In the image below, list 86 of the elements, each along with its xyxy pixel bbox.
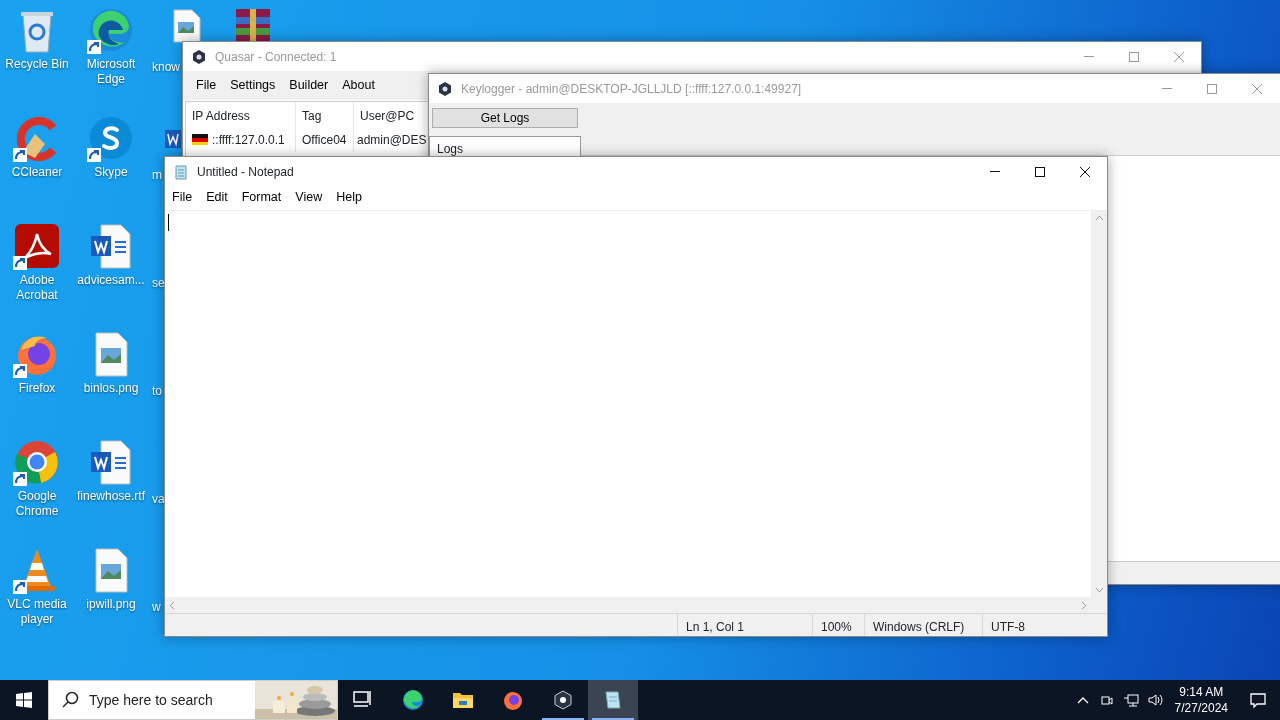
- status-text: 100%: [812, 614, 864, 636]
- status-text: Windows (CRLF): [864, 614, 982, 636]
- shortcut-arrow-icon: [87, 40, 101, 54]
- pdf-icon[interactable]: [13, 222, 61, 270]
- menu-item[interactable]: Format: [234, 187, 289, 208]
- icon-label[interactable]: finewhose.rtf: [76, 489, 145, 504]
- vertical-scrollbar[interactable]: [1091, 210, 1107, 613]
- icon-label[interactable]: Microsoft Edge: [75, 57, 147, 87]
- browser-icon[interactable]: [87, 6, 135, 54]
- icon-label[interactable]: Google Chrome: [1, 489, 73, 519]
- column-header[interactable]: Tag: [296, 101, 354, 128]
- chat-icon[interactable]: [87, 114, 135, 162]
- shortcut-arrow-icon: [87, 148, 101, 162]
- shortcut-arrow-icon: [13, 148, 27, 162]
- icon-label[interactable]: binlos.png: [83, 381, 139, 396]
- text-cursor: [168, 213, 169, 231]
- menu-item[interactable]: About: [335, 75, 382, 96]
- clock-date: 7/27/2024: [1174, 700, 1228, 716]
- window-title: Keylogger - admin@DESKTOP-JGLLJLD [::ffff:127.0.0.1:49927]: [461, 80, 802, 98]
- icon-label[interactable]: advicesam...: [77, 273, 145, 288]
- maximize-icon: [1206, 83, 1217, 94]
- browser-icon: [402, 689, 424, 711]
- menu-item[interactable]: File: [189, 75, 224, 96]
- windows-logo-icon: [16, 692, 32, 708]
- icon-label[interactable]: m: [152, 168, 162, 183]
- horizontal-scrollbar[interactable]: [165, 597, 1091, 613]
- menu-item[interactable]: Settings: [223, 75, 283, 96]
- notepad-icon: [173, 163, 189, 180]
- shortcut-arrow-icon: [13, 256, 27, 270]
- speaker-icon: [1146, 692, 1163, 708]
- status-text: Ln 1, Col 1: [677, 614, 812, 636]
- table-cell-text: admin@DES: [357, 131, 427, 149]
- scroll-down-icon: [1094, 587, 1104, 593]
- app-icon: [437, 80, 453, 97]
- table-cell-text: Office04: [302, 131, 347, 149]
- icon-label[interactable]: Skype: [94, 165, 128, 180]
- icon-label[interactable]: ipwill.png: [86, 597, 136, 612]
- minimize-icon: [1161, 88, 1172, 89]
- close-icon: [1079, 166, 1090, 177]
- minimize-icon: [989, 171, 1000, 172]
- shortcut-arrow-icon: [13, 580, 27, 594]
- icon-label[interactable]: va: [152, 492, 165, 507]
- window-title: Quasar - Connected: 1: [215, 48, 337, 66]
- icon-label[interactable]: w: [152, 600, 161, 615]
- search-icon: [61, 691, 79, 709]
- clock-button[interactable]: 9:14 AM 7/27/2024: [1166, 684, 1236, 716]
- taskbar-button[interactable]: [588, 680, 638, 720]
- scroll-right-icon: [1081, 600, 1087, 610]
- scroll-left-icon: [169, 600, 175, 610]
- notepad-icon: [602, 689, 624, 711]
- close-icon: [1173, 51, 1184, 62]
- icon-label[interactable]: VLC media player: [1, 597, 73, 627]
- image-file-icon[interactable]: [170, 9, 204, 43]
- menu-item[interactable]: Builder: [282, 75, 336, 96]
- icon-label[interactable]: se: [152, 276, 165, 291]
- flag-icon: [192, 134, 208, 146]
- column-header[interactable]: IP Address: [186, 101, 296, 128]
- maximize-icon: [1128, 51, 1139, 62]
- menu-item[interactable]: View: [288, 187, 330, 208]
- icon-label[interactable]: CCleaner: [11, 165, 63, 180]
- icon-label[interactable]: know: [152, 60, 180, 75]
- maximize-icon: [1034, 166, 1045, 177]
- app-icon: [552, 689, 574, 711]
- icon-label[interactable]: Recycle Bin: [5, 57, 69, 72]
- network-icon: [1122, 692, 1139, 708]
- icon-label[interactable]: Firefox: [18, 381, 56, 396]
- window-title: Untitled - Notepad: [197, 163, 294, 181]
- menu-item[interactable]: File: [165, 187, 200, 208]
- browser-icon[interactable]: [13, 438, 61, 486]
- archive-icon[interactable]: [236, 9, 270, 41]
- menu-item[interactable]: Help: [329, 187, 369, 208]
- close-icon: [1251, 83, 1262, 94]
- shortcut-arrow-icon: [13, 472, 27, 486]
- shortcut-arrow-icon: [13, 364, 27, 378]
- clock-time: 9:14 AM: [1179, 684, 1224, 700]
- browser-icon: [502, 689, 524, 711]
- app-icon: [191, 48, 207, 65]
- icon-label[interactable]: Adobe Acrobat: [1, 273, 73, 303]
- scroll-up-icon: [1094, 214, 1104, 221]
- menu-item[interactable]: Edit: [199, 187, 235, 208]
- get-logs-button[interactable]: Get Logs: [432, 108, 578, 128]
- status-text: UTF-8: [982, 614, 1087, 636]
- chat-bubble-icon: [1249, 691, 1267, 709]
- icon-label[interactable]: to: [152, 384, 162, 399]
- table-cell-text: ::ffff:127.0.0.1: [212, 131, 285, 149]
- minimize-icon: [1083, 56, 1094, 57]
